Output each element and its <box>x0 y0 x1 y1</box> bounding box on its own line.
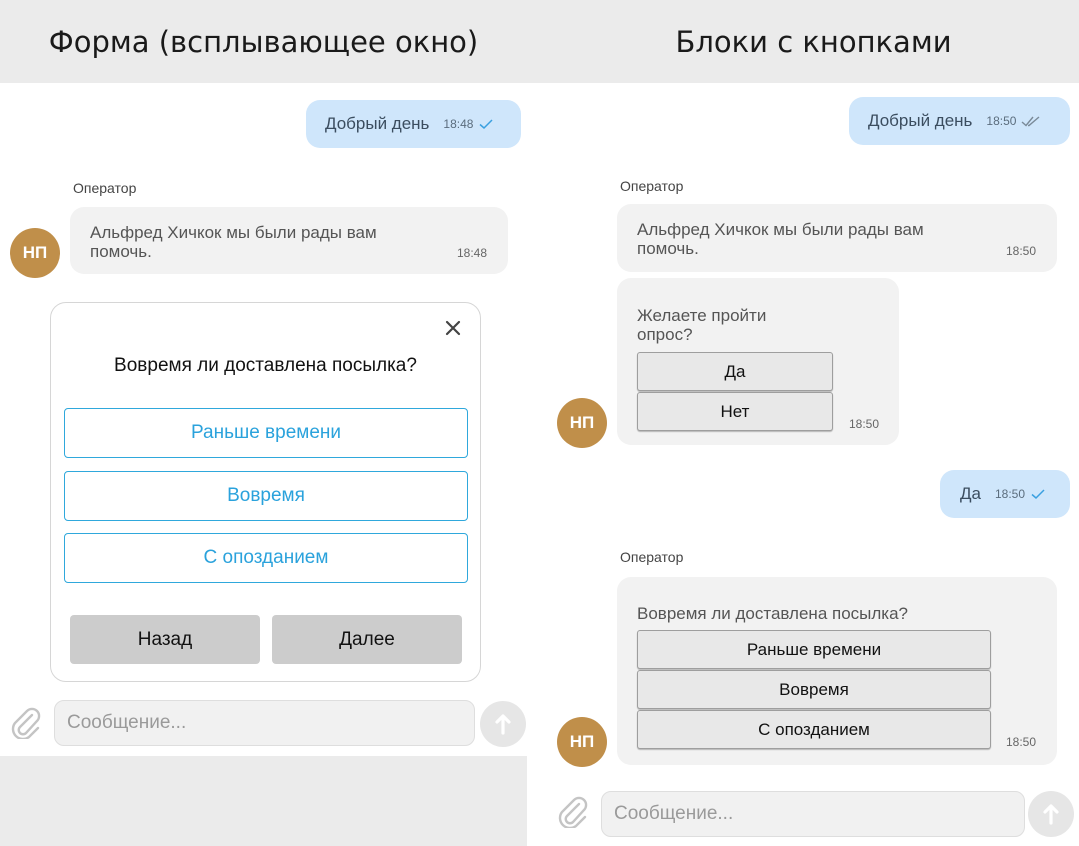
check-icon <box>479 119 493 130</box>
option-late-button[interactable]: С опозданием <box>64 533 468 583</box>
message-input[interactable]: Сообщение... <box>601 791 1025 837</box>
outgoing-message: Добрый день 18:48 <box>306 100 521 148</box>
paperclip-icon[interactable] <box>9 705 43 739</box>
survey-text: Желаете пройти опрос? <box>637 306 767 344</box>
right-panel-title: Блоки с кнопками <box>548 0 1079 83</box>
message-time: 18:50 <box>849 417 880 431</box>
option-on-time-button[interactable]: Вовремя <box>64 471 468 521</box>
incoming-message: Альфред Хичкок мы были рады вам помочь. … <box>70 207 508 274</box>
message-meta: 18:50 <box>986 114 1041 128</box>
send-arrow-icon <box>1043 804 1059 825</box>
right-panel: Блоки с кнопками Добрый день 18:50 Опера… <box>548 0 1079 846</box>
operator-label: Оператор <box>73 180 137 196</box>
outgoing-message: Да 18:50 <box>940 470 1070 518</box>
operator-avatar: НП <box>10 228 60 278</box>
operator-label: Оператор <box>620 549 684 565</box>
send-arrow-icon <box>495 714 511 735</box>
panel-divider <box>527 0 548 83</box>
no-button[interactable]: Нет <box>637 392 833 431</box>
right-chat-area: Добрый день 18:50 Оператор Альфред Хичко… <box>548 83 1079 846</box>
message-time: 18:50 <box>1006 735 1037 749</box>
incoming-message: Альфред Хичкок мы были рады вам помочь. … <box>617 204 1057 272</box>
question-block: Вовремя ли доставлена посылка? Раньше вр… <box>617 577 1057 765</box>
left-panel: Форма (всплывающее окно) Добрый день 18:… <box>0 0 527 846</box>
question-text: Вовремя ли доставлена посылка? <box>637 604 909 623</box>
option-on-time-button[interactable]: Вовремя <box>637 670 991 709</box>
message-input-placeholder: Сообщение... <box>67 712 187 733</box>
send-button[interactable] <box>1028 791 1074 837</box>
modal-question: Вовремя ли доставлена посылка? <box>114 355 417 376</box>
message-text: Добрый день <box>325 114 430 133</box>
outgoing-message: Добрый день 18:50 <box>849 97 1070 145</box>
message-input-placeholder: Сообщение... <box>614 803 734 824</box>
message-time: 18:50 <box>1006 244 1037 258</box>
close-icon[interactable] <box>444 319 462 337</box>
left-panel-title: Форма (всплывающее окно) <box>0 0 527 83</box>
operator-avatar: НП <box>557 398 607 448</box>
message-meta: 18:50 <box>995 487 1046 501</box>
message-text: Да <box>960 484 981 503</box>
message-text: Альфред Хичкок мы были рады вам помочь. <box>90 223 377 261</box>
yes-button[interactable]: Да <box>637 352 833 391</box>
next-button[interactable]: Далее <box>272 615 462 664</box>
survey-modal: Вовремя ли доставлена посылка? Раньше вр… <box>50 302 481 682</box>
operator-avatar: НП <box>557 717 607 767</box>
message-time: 18:50 <box>986 114 1017 128</box>
message-meta: 18:48 <box>443 117 494 131</box>
double-check-icon <box>1021 116 1040 127</box>
send-button[interactable] <box>480 701 526 747</box>
option-early-button[interactable]: Раньше времени <box>64 408 468 458</box>
message-text: Добрый день <box>868 111 973 130</box>
message-time: 18:48 <box>443 117 474 131</box>
survey-block: Желаете пройти опрос? Да Нет 18:50 <box>617 278 899 445</box>
operator-label: Оператор <box>620 178 684 194</box>
message-time: 18:50 <box>994 487 1025 501</box>
check-icon <box>1031 489 1045 500</box>
option-late-button[interactable]: С опозданием <box>637 710 991 749</box>
message-time: 18:48 <box>457 246 488 260</box>
option-early-button[interactable]: Раньше времени <box>637 630 991 669</box>
message-input[interactable]: Сообщение... <box>54 700 475 746</box>
paperclip-icon[interactable] <box>556 794 590 828</box>
message-text: Альфред Хичкок мы были рады вам помочь. <box>637 220 924 258</box>
back-button[interactable]: Назад <box>70 615 260 664</box>
